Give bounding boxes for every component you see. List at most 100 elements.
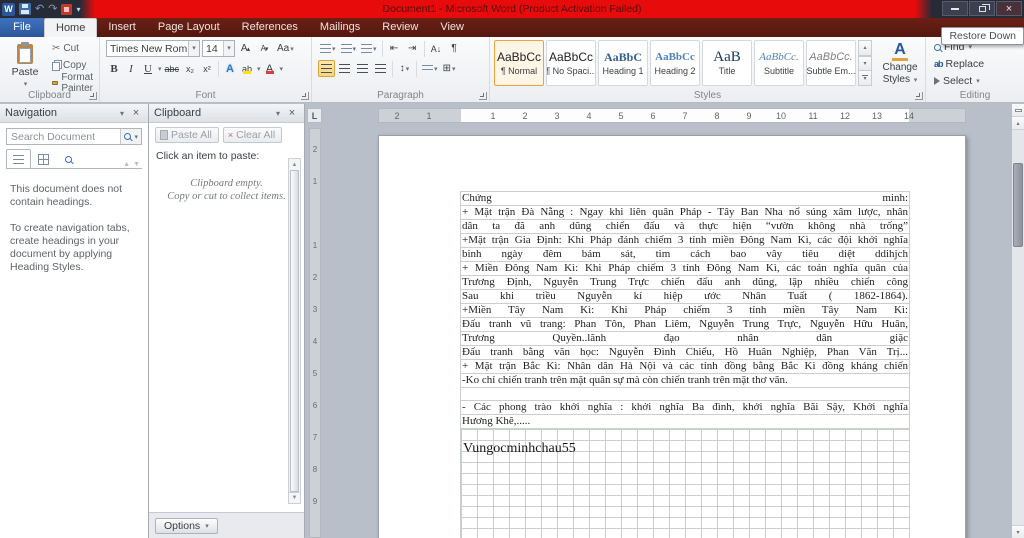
sort-button[interactable]: A↓	[428, 40, 445, 57]
doc-line[interactable]: Đấu tranh bằng văn học: Nguyễn Đình Chiể…	[461, 346, 909, 360]
save-icon[interactable]	[19, 3, 31, 15]
scrollbar-thumb[interactable]	[290, 170, 299, 492]
doc-line[interactable]: binh ngày đêm bám sát, tìm cách bao vây …	[461, 248, 909, 262]
align-left-button[interactable]	[318, 60, 335, 77]
style-chip-normal[interactable]: AaBbCc ¶ Normal	[494, 40, 544, 86]
scroll-up-icon[interactable]: ▲	[289, 159, 300, 170]
previous-result-icon[interactable]: ▲	[123, 161, 130, 168]
superscript-button[interactable]: x²	[199, 60, 215, 77]
document-page[interactable]: Chứng minh: + Mặt trận Đà Nẵng : Ngay khi…	[378, 135, 966, 538]
scrollbar-thumb[interactable]	[1013, 163, 1023, 247]
line-spacing-button[interactable]: ↕ ▾	[396, 60, 413, 77]
doc-line[interactable]: Trương Định, Nguyễn Trung Trực chiến đấu…	[461, 276, 909, 290]
clipboard-pane-close-icon[interactable]: ×	[285, 107, 299, 119]
clipboard-pane-menu-caret-icon[interactable]: ▾	[271, 109, 285, 118]
subscript-button[interactable]: x₂	[182, 60, 198, 77]
decrease-indent-button[interactable]: ⇤	[386, 40, 403, 57]
doc-line[interactable]: +Miền Tây Nam Kì: Khi Pháp chiếm 3 tỉnh …	[461, 304, 909, 318]
tab-insert[interactable]: Insert	[97, 18, 147, 37]
increase-indent-button[interactable]: ⇥	[404, 40, 421, 57]
doc-empty-grid[interactable]: Vungocminhchau55	[461, 429, 909, 538]
styles-scroll-down-button[interactable]: ▾	[858, 55, 872, 72]
align-right-button[interactable]	[354, 60, 371, 77]
paragraph-dialog-launcher[interactable]	[479, 92, 487, 100]
clear-all-button[interactable]: × Clear All	[222, 127, 283, 143]
nav-tab-headings[interactable]	[6, 149, 31, 168]
format-painter-button[interactable]: Format Painter	[50, 72, 99, 94]
scroll-up-button[interactable]: ▴	[1012, 117, 1024, 130]
doc-line[interactable]: Hương Khê,.....	[461, 415, 909, 429]
underline-button[interactable]: U	[140, 60, 156, 77]
styles-more-button[interactable]: ▾	[858, 71, 872, 87]
cut-button[interactable]: ✂ Cut	[50, 41, 99, 56]
tab-review[interactable]: Review	[371, 18, 429, 37]
doc-line[interactable]: Đấu tranh vũ trang: Phan Tôn, Phan Liêm,…	[461, 318, 909, 332]
text-effects-button[interactable]: A	[222, 60, 238, 77]
search-document-input[interactable]: Search Document ▾	[6, 128, 142, 145]
nav-tab-results[interactable]	[56, 149, 81, 168]
tab-selector-button[interactable]: L	[307, 108, 322, 123]
paste-button[interactable]: Paste ▾	[4, 40, 46, 90]
doc-line[interactable]: +Mặt trận Gia Định: Khi Pháp đánh chiếm …	[461, 234, 909, 248]
style-chip-nospaci[interactable]: AaBbCc ¶ No Spaci...	[546, 40, 596, 86]
italic-button[interactable]: I	[123, 60, 139, 77]
navigation-pane-menu-caret-icon[interactable]: ▾	[115, 109, 129, 118]
highlight-button[interactable]: ab	[239, 60, 255, 77]
change-case-button[interactable]: Aa ▾	[275, 40, 296, 57]
align-center-button[interactable]	[336, 60, 353, 77]
grow-font-button[interactable]: A ▴	[237, 40, 254, 57]
next-result-icon[interactable]: ▼	[133, 161, 140, 168]
style-chip-subtitle[interactable]: AaBbCc. Subtitle	[754, 40, 804, 86]
style-chip-title[interactable]: AaB Title	[702, 40, 752, 86]
change-styles-button[interactable]: A Change Styles ▾	[876, 40, 924, 90]
font-size-combo[interactable]: 14 ▾	[202, 40, 235, 57]
redo-icon[interactable]: ↷	[48, 2, 57, 16]
tab-view[interactable]: View	[429, 18, 475, 37]
paste-all-button[interactable]: Paste All	[155, 127, 219, 143]
bold-button[interactable]: B	[106, 60, 122, 77]
doc-signature[interactable]: Vungocminhchau55	[463, 441, 576, 457]
font-color-button[interactable]: A	[262, 60, 278, 77]
tab-home[interactable]: Home	[44, 18, 98, 37]
tab-page-layout[interactable]: Page Layout	[147, 18, 231, 37]
tab-mailings[interactable]: Mailings	[309, 18, 371, 37]
highlight-caret-icon[interactable]: ▾	[257, 65, 261, 73]
show-formatting-button[interactable]: ¶	[446, 40, 463, 57]
close-button[interactable]: ×	[996, 1, 1022, 16]
clipboard-dialog-launcher[interactable]	[89, 92, 97, 100]
restore-button[interactable]	[969, 1, 995, 16]
document-scrollbar[interactable]: ▴ ▾	[1011, 104, 1024, 538]
scroll-down-icon[interactable]: ▼	[289, 492, 300, 503]
doc-line[interactable]: + Mặt trận Đà Nẵng : Ngay khi liên quân …	[461, 206, 909, 220]
styles-scroll-up-button[interactable]: ▴	[858, 40, 872, 56]
styles-dialog-launcher[interactable]	[915, 92, 923, 100]
replace-button[interactable]: ab Replace	[934, 57, 1024, 71]
h-ruler[interactable]: 2 1 1 2 3 4 5 6 7 8 9 10 11 12 13 14	[378, 108, 966, 123]
font-color-caret-icon[interactable]: ▾	[280, 65, 284, 73]
borders-button[interactable]: ⊞ ▾	[441, 60, 458, 77]
qat-custom-icon[interactable]	[61, 3, 73, 15]
doc-line[interactable]: - Các phong trào khởi nghĩa : khởi nghĩa…	[461, 401, 909, 415]
v-ruler[interactable]: 2 1 1 2 3 4 5 6 7 8 9	[309, 128, 321, 538]
clipboard-scrollbar[interactable]: ▲ ▼	[288, 158, 301, 504]
doc-line[interactable]: -Ko chỉ chiến tranh trên mặt quân sự mà …	[461, 374, 909, 388]
tab-file[interactable]: File	[0, 18, 44, 37]
style-chip-subtleem[interactable]: AaBbCc. Subtle Em...	[806, 40, 856, 86]
doc-line[interactable]: + Mặt trận Bắc Kì: Nhân dân Hà Nội và cá…	[461, 360, 909, 374]
doc-line[interactable]: Sau khi triều Nguyễn kí hiệp ước Nhân Tu…	[461, 290, 909, 304]
doc-line[interactable]: Trương Quyền..lãnh đạo nhân dân giặc	[461, 332, 909, 346]
doc-line[interactable]: Chứng minh:	[461, 191, 909, 206]
qat-customize-caret-icon[interactable]: ▾	[76, 5, 80, 14]
shrink-font-button[interactable]: A ▾	[256, 40, 273, 57]
scrollbar-track[interactable]	[1012, 130, 1024, 525]
justify-button[interactable]	[372, 60, 389, 77]
shading-button[interactable]: ▾	[420, 60, 440, 77]
multilevel-list-button[interactable]: ▾	[359, 40, 379, 57]
undo-icon[interactable]: ↶	[35, 2, 44, 16]
font-family-combo[interactable]: Times New Rom ▾	[106, 40, 200, 57]
ruler-toggle-button[interactable]	[1012, 104, 1024, 117]
word-app-icon[interactable]: W	[2, 2, 15, 16]
navigation-pane-close-icon[interactable]: ×	[129, 107, 143, 119]
nav-tab-pages[interactable]	[31, 149, 56, 168]
tab-references[interactable]: References	[231, 18, 309, 37]
